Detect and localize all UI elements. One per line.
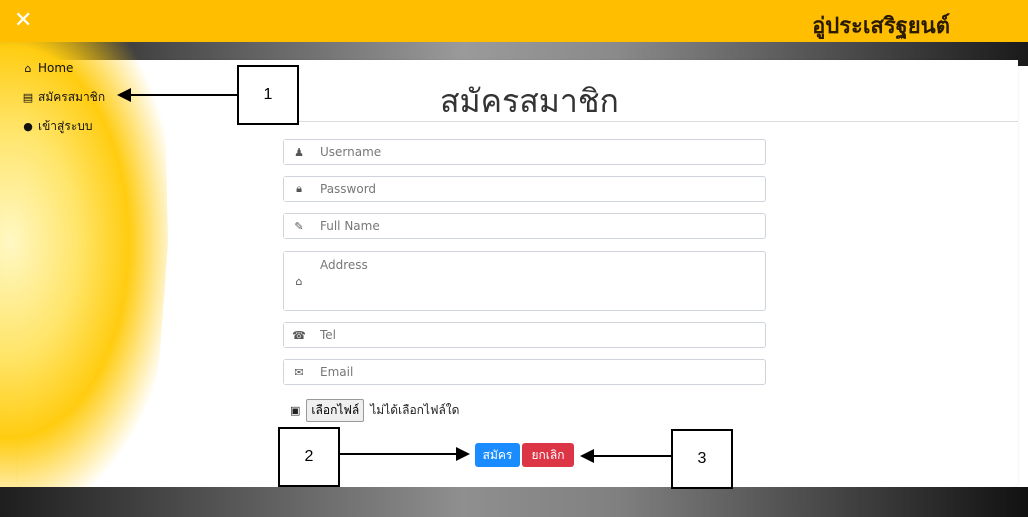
envelope-icon: ✉ <box>284 360 314 384</box>
sidebar-item-label: สมัครสมาชิก <box>38 89 106 104</box>
brand-title: อู่ประเสริฐยนต์ <box>812 14 950 39</box>
user-icon: ♟ <box>284 140 314 164</box>
camera-icon: ▣ <box>290 404 301 417</box>
divider <box>283 121 1018 122</box>
sidebar-item-label: Home <box>38 61 74 75</box>
username-field: ♟ <box>283 139 766 165</box>
annotation-label: 3 <box>697 450 707 467</box>
choose-file-button[interactable]: เลือกไฟล์ <box>306 399 365 422</box>
arrow-right-icon <box>456 447 470 461</box>
username-input[interactable] <box>314 140 765 164</box>
password-input[interactable] <box>314 177 765 201</box>
sidebar-item-home[interactable]: ⌂ Home <box>22 58 105 78</box>
phone-icon: ☎ <box>284 323 314 347</box>
annotation-box-2: 2 <box>278 427 340 487</box>
sidebar-item-login[interactable]: ● เข้าสู่ระบบ <box>22 116 105 136</box>
lock-icon: 🔒︎ <box>284 177 314 201</box>
edit-icon: ✎ <box>284 214 314 238</box>
annotation-arrow-2 <box>340 453 458 455</box>
fullname-input[interactable] <box>314 214 765 238</box>
arrow-left-icon <box>117 88 131 102</box>
address-field: ⌂ <box>283 251 766 311</box>
email-input[interactable] <box>314 360 765 384</box>
arrow-left-icon <box>580 449 594 463</box>
sidebar-nav: ⌂ Home ▤ สมัครสมาชิก ● เข้าสู่ระบบ <box>22 58 105 145</box>
email-field: ✉ <box>283 359 766 385</box>
annotation-arrow-1 <box>130 94 237 96</box>
cancel-button[interactable]: ยกเลิก <box>522 443 574 467</box>
fullname-field: ✎ <box>283 213 766 239</box>
close-icon[interactable]: ✕ <box>14 9 38 33</box>
top-header: ✕ อู่ประเสริฐยนต์ <box>0 0 1028 42</box>
annotation-box-3: 3 <box>671 429 733 489</box>
annotation-arrow-3 <box>594 455 671 457</box>
home-icon: ⌂ <box>24 61 32 75</box>
file-status: ไม่ได้เลือกไฟล์ใด <box>370 403 460 417</box>
user-icon: ● <box>23 119 33 133</box>
sidebar-item-register[interactable]: ▤ สมัครสมาชิก <box>22 87 105 107</box>
tel-input[interactable] <box>314 323 765 347</box>
tel-field: ☎ <box>283 322 766 348</box>
footer-band <box>0 487 1028 517</box>
submit-button[interactable]: สมัคร <box>475 443 520 467</box>
page-title: สมัครสมาชิก <box>440 82 619 120</box>
annotation-label: 1 <box>263 86 273 103</box>
file-upload-row: ▣ เลือกไฟล์ ไม่ได้เลือกไฟล์ใด <box>290 399 459 422</box>
annotation-label: 2 <box>304 448 314 465</box>
address-input[interactable] <box>314 252 765 310</box>
password-field: 🔒︎ <box>283 176 766 202</box>
annotation-box-1: 1 <box>237 65 299 125</box>
home-icon: ⌂ <box>284 252 314 310</box>
register-icon: ▤ <box>22 90 34 104</box>
sidebar-item-label: เข้าสู่ระบบ <box>38 118 93 133</box>
